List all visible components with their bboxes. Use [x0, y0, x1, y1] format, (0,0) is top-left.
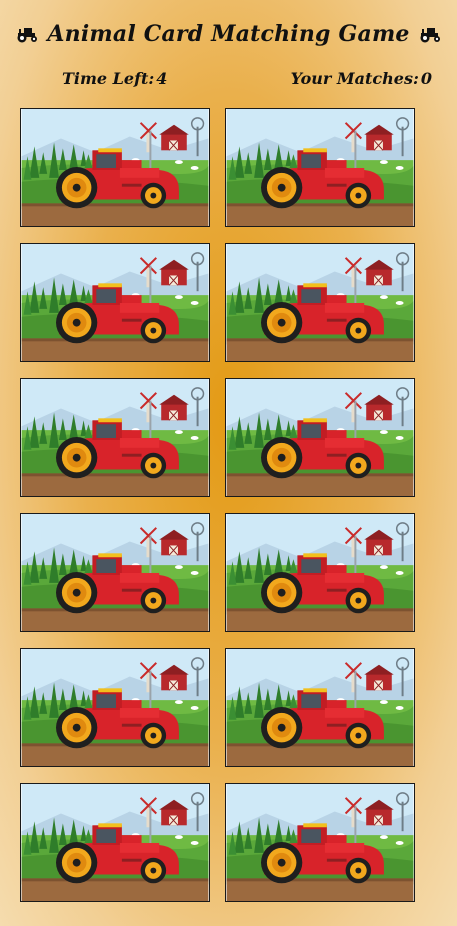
card-back-image: [226, 514, 414, 631]
card-back-image: [21, 514, 209, 631]
memory-card[interactable]: [225, 513, 415, 632]
card-grid: [0, 0, 457, 926]
memory-card[interactable]: [20, 783, 210, 902]
card-back-image: [21, 379, 209, 496]
card-back-image: [21, 649, 209, 766]
memory-card[interactable]: [20, 513, 210, 632]
memory-card[interactable]: [20, 378, 210, 497]
memory-card[interactable]: [20, 648, 210, 767]
card-back-image: [226, 244, 414, 361]
memory-card[interactable]: [225, 378, 415, 497]
card-back-image: [226, 784, 414, 901]
card-back-image: [21, 244, 209, 361]
memory-card[interactable]: [20, 243, 210, 362]
memory-card[interactable]: [225, 243, 415, 362]
card-back-image: [226, 109, 414, 226]
card-back-image: [226, 379, 414, 496]
memory-card[interactable]: [225, 783, 415, 902]
memory-card[interactable]: [225, 108, 415, 227]
card-back-image: [226, 649, 414, 766]
memory-card[interactable]: [225, 648, 415, 767]
card-back-image: [21, 784, 209, 901]
card-back-image: [21, 109, 209, 226]
memory-card[interactable]: [20, 108, 210, 227]
